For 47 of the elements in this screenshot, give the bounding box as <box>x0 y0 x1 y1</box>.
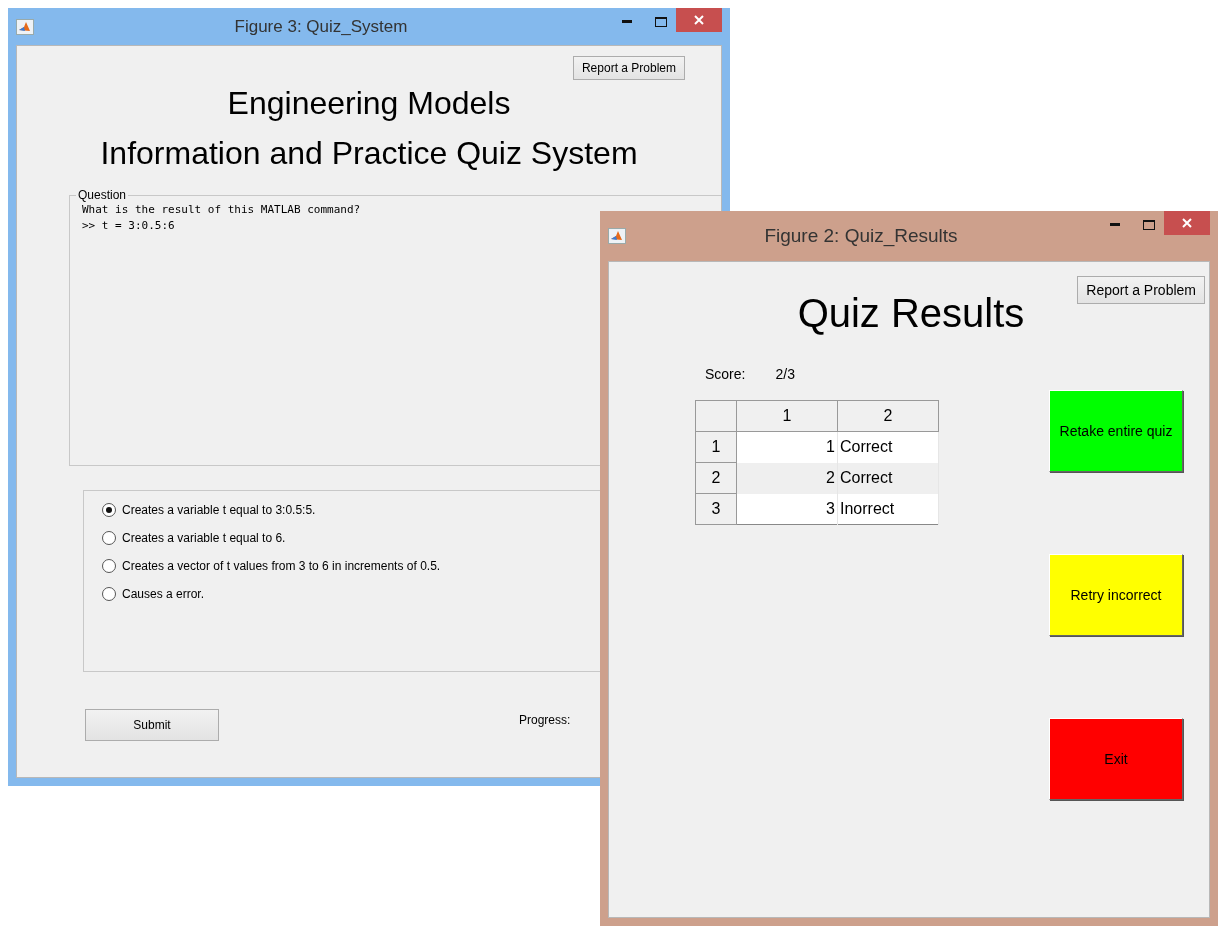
table-cell: 1 <box>736 431 838 463</box>
maximize-icon <box>1143 220 1155 230</box>
table-cell: 3 <box>736 493 838 525</box>
column-header: 1 <box>736 400 838 432</box>
report-problem-button[interactable]: Report a Problem <box>1077 276 1205 304</box>
column-header: 2 <box>837 400 939 432</box>
action-button[interactable]: Exit <box>1049 718 1183 800</box>
question-text: What is the result of this MATLAB command? <box>82 202 362 218</box>
matlab-logo-icon <box>608 228 626 244</box>
close-button[interactable] <box>1164 211 1210 235</box>
question-text: >> t = 3:0.5:6 <box>82 218 176 234</box>
radio-button[interactable] <box>102 559 116 573</box>
report-problem-button[interactable]: Report a Problem <box>572 56 685 80</box>
results-heading: Quiz Results <box>797 290 1025 336</box>
action-button[interactable]: Retry incorrect <box>1049 554 1183 636</box>
matlab-logo-icon <box>16 18 34 35</box>
table-cell: Inorrect <box>837 493 939 525</box>
corner-cell <box>695 400 737 432</box>
row-header: 1 <box>695 431 737 463</box>
maximize-icon <box>655 17 667 27</box>
row-header: 2 <box>695 462 737 494</box>
score-label: Score: <box>705 366 746 382</box>
answer-option[interactable]: Creates a vector of t values from 3 to 6 in increments of 0.5. <box>102 559 441 573</box>
table-cell: 2 <box>736 462 838 494</box>
action-button[interactable]: Retake entire quiz <box>1049 390 1183 472</box>
app-heading: Engineering Models <box>227 84 511 123</box>
minimize-icon <box>1110 223 1120 227</box>
score-value: 2/3 <box>775 366 795 382</box>
close-icon <box>1182 218 1192 228</box>
close-button[interactable] <box>676 8 722 32</box>
table-cell: Correct <box>837 431 939 463</box>
close-icon <box>694 15 704 25</box>
radio-button[interactable] <box>102 531 116 545</box>
answer-option[interactable]: Creates a variable t equal to 6. <box>102 531 286 545</box>
progress-label: Progress: <box>519 713 571 727</box>
table-cell: Correct <box>837 462 939 494</box>
app-heading: Information and Practice Quiz System <box>100 134 638 173</box>
window-title: Figure 3: Quiz_System <box>233 16 409 37</box>
answer-option[interactable]: Causes a error. <box>102 587 205 601</box>
row-header: 3 <box>695 493 737 525</box>
submit-button[interactable]: Submit <box>85 709 219 741</box>
question-legend: Question <box>76 188 129 202</box>
radio-button[interactable] <box>102 587 116 601</box>
radio-button[interactable] <box>102 503 116 517</box>
answer-option[interactable]: Creates a variable t equal to 3:0.5:5. <box>102 503 316 517</box>
minimize-icon <box>622 20 632 24</box>
window-title: Figure 2: Quiz_Results <box>763 225 959 247</box>
